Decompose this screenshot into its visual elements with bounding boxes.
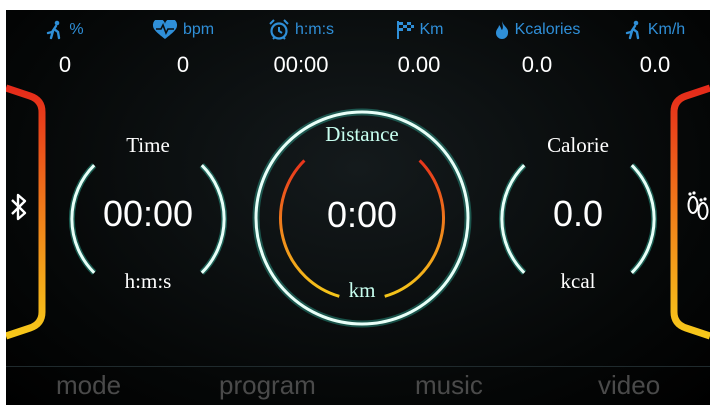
nav-mode[interactable]: mode [56,370,121,401]
stat-value: 00:00 [273,52,329,77]
runner-icon [625,20,643,40]
stat-speed: Km/h 0.0 [596,18,710,78]
stat-time: h:m:s 00:00 [242,18,360,78]
stat-value: 0.0 [521,52,553,77]
stat-unit: h:m:s [294,21,335,38]
calorie-unit: kcal [560,269,596,293]
time-gauge[interactable]: Time 00:00 h:m:s [60,131,236,307]
stat-heart-rate: bpm 0 [124,18,242,78]
treadmill-dashboard: % 0 bpm 0 h:m:s 00:00 Km 0.00 Kcalories … [6,10,710,405]
stat-unit: Kcalories [514,21,581,38]
stat-incline: % 0 [6,18,124,78]
stat-value: 0 [176,52,190,77]
time-value: 00:00 [102,193,194,234]
flame-icon [494,20,510,40]
stat-unit: Km/h [647,21,686,38]
stat-unit: Km [419,21,444,38]
stat-value: 0.00 [397,52,441,77]
distance-label: Distance [325,122,399,146]
floor-divider [6,366,710,367]
distance-unit: km [348,278,376,302]
nav-music[interactable]: music [415,370,483,401]
distance-gauge[interactable]: Distance 0:00 km [252,108,472,328]
nav-program[interactable]: program [219,370,316,401]
alarm-clock-icon [268,19,290,41]
heart-icon [152,20,178,40]
stat-value: 0.0 [639,52,671,77]
stat-unit: % [69,21,84,38]
distance-value: 0:00 [326,194,398,235]
stat-unit: bpm [182,21,215,38]
calorie-gauge[interactable]: Calorie 0.0 kcal [490,131,666,307]
checkered-flag-icon [395,20,415,40]
stat-distance: Km 0.00 [360,18,478,78]
footprints-icon[interactable] [686,190,710,229]
calorie-label: Calorie [547,133,609,157]
time-label: Time [126,133,170,157]
stat-value: 0 [58,52,72,77]
stat-calories: Kcalories 0.0 [478,18,596,78]
runner-icon [46,20,64,40]
time-unit: h:m:s [124,269,172,293]
bluetooth-icon[interactable] [10,193,28,226]
nav-video[interactable]: video [598,370,660,401]
calorie-value: 0.0 [552,193,604,234]
